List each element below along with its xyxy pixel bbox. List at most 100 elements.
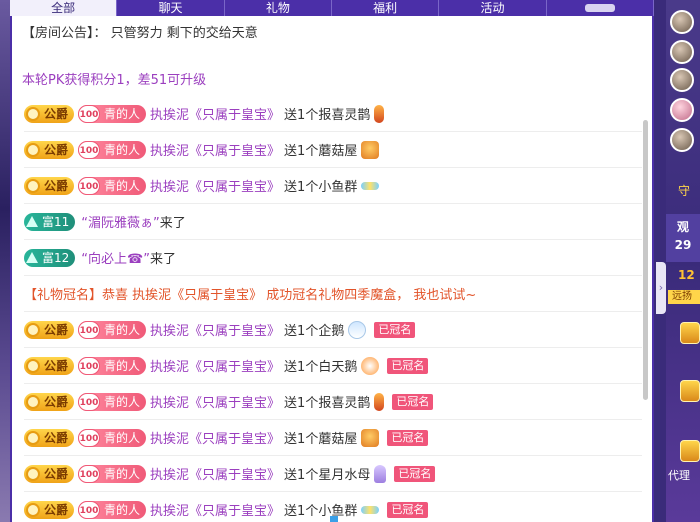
magpie-gift-icon (374, 104, 385, 123)
duke-badge[interactable]: 公爵 (24, 392, 75, 411)
chat-message: 【礼物冠名】恭喜 执挨泥《只属于皇宝》 成功冠名礼物四季魔盒， 我也试试~ (24, 276, 642, 312)
fan-club-name: 青的人 (104, 467, 141, 481)
wealth-level: 富11 (42, 215, 70, 229)
penguin-gift-icon (348, 320, 367, 339)
sender-name[interactable]: 执挨泥《只属于皇宝》 (150, 320, 280, 339)
gift-text: 送1个白天鹅 (284, 360, 358, 375)
fan-level: 100 (78, 392, 101, 411)
duke-badge[interactable]: 公爵 (24, 320, 75, 339)
collapse-arrow-icon[interactable]: › (656, 262, 666, 314)
fish-school-gift-icon (361, 505, 380, 514)
wealth-icon (26, 252, 38, 263)
duke-icon (26, 466, 40, 481)
medal-icon[interactable] (680, 322, 700, 344)
fan-club-badge[interactable]: 100 青的人 (78, 356, 147, 375)
gift-text: 送1个企鹅 (284, 324, 345, 339)
chat-message: 公爵 100 青的人 执挨泥《只属于皇宝》 送1个企鹅 已冠名 (24, 312, 642, 348)
sender-name[interactable]: 执挨泥《只属于皇宝》 (150, 140, 280, 159)
fan-level: 100 (78, 500, 101, 519)
chat-message: 公爵 100 青的人 执挨泥《只属于皇宝》 送1个报喜灵鹊 (24, 96, 642, 132)
sender-name[interactable]: 执挨泥《只属于皇宝》 (150, 356, 280, 375)
guest-name[interactable]: “向必上☎” (81, 248, 150, 267)
crowned-badge: 已冠名 (387, 429, 429, 446)
sender-name[interactable]: 执挨泥《只属于皇宝》 (150, 500, 280, 519)
fan-club-badge[interactable]: 100 青的人 (78, 104, 147, 123)
fan-club-badge[interactable]: 100 青的人 (78, 464, 147, 483)
viewer-avatar[interactable] (670, 128, 694, 152)
duke-label: 公爵 (44, 179, 69, 193)
tab-welfare[interactable]: 福利 (332, 0, 440, 16)
fan-club-name: 青的人 (104, 503, 141, 517)
duke-badge[interactable]: 公爵 (24, 104, 75, 123)
gift-text: 送1个蘑菇屋 (284, 432, 358, 447)
viewer-avatar[interactable] (670, 98, 694, 122)
crowned-badge: 已冠名 (387, 357, 429, 374)
sender-name[interactable]: 执挨泥《只属于皇宝》 (150, 428, 280, 447)
gift-text: 送1个小鱼群 (284, 180, 358, 195)
tab-gifts[interactable]: 礼物 (225, 0, 332, 16)
duke-icon (26, 106, 40, 121)
duke-badge[interactable]: 公爵 (24, 356, 75, 375)
sender-name[interactable]: 执挨泥《只属于皇宝》 (150, 392, 280, 411)
duke-label: 公爵 (44, 359, 69, 373)
viewer-avatar[interactable] (670, 10, 694, 34)
duke-badge[interactable]: 公爵 (24, 428, 75, 447)
duke-badge[interactable]: 公爵 (24, 500, 75, 519)
wealth-badge[interactable]: 富11 (24, 212, 76, 231)
crowned-badge: 已冠名 (392, 393, 434, 410)
guard-label[interactable]: 守 (678, 182, 690, 199)
crown-notice: 【礼物冠名】恭喜 执挨泥《只属于皇宝》 成功冠名礼物四季魔盒， 我也试试~ (24, 288, 477, 303)
rank-label: 远扬 (668, 290, 700, 304)
viewer-title: 观 (676, 220, 689, 234)
duke-label: 公爵 (44, 107, 69, 121)
duke-icon (26, 358, 40, 373)
fan-club-badge[interactable]: 100 青的人 (78, 392, 147, 411)
fan-club-name: 青的人 (104, 143, 141, 157)
wealth-icon (26, 216, 38, 227)
fan-club-name: 青的人 (104, 179, 141, 193)
medal-icon[interactable] (680, 380, 700, 402)
fan-club-badge[interactable]: 100 青的人 (78, 176, 147, 195)
magpie-gift-icon (374, 392, 385, 411)
tab-bar: 全部 聊天 礼物 福利 活动 (10, 0, 654, 16)
tab-all[interactable]: 全部 (10, 0, 118, 16)
room-notice: 【房间公告】： 只管努力 剩下的交给天意 (22, 26, 258, 41)
fan-club-name: 青的人 (104, 107, 141, 121)
fan-club-badge[interactable]: 100 青的人 (78, 500, 147, 519)
sender-name[interactable]: 执挨泥《只属于皇宝》 (150, 464, 280, 483)
scroll-down-icon[interactable] (330, 516, 338, 522)
tab-events[interactable]: 活动 (439, 0, 547, 16)
duke-badge[interactable]: 公爵 (24, 140, 75, 159)
fan-level: 100 (78, 140, 101, 159)
sender-name[interactable]: 执挨泥《只属于皇宝》 (150, 176, 280, 195)
fan-club-name: 青的人 (104, 359, 141, 373)
fan-level: 100 (78, 320, 101, 339)
gift-text: 送1个星月水母 (284, 468, 371, 483)
fan-club-name: 青的人 (104, 323, 141, 337)
tab-chat[interactable]: 聊天 (117, 0, 225, 16)
guest-name[interactable]: “湄阮雅薇ぁ” (81, 212, 159, 231)
duke-label: 公爵 (44, 323, 69, 337)
duke-badge[interactable]: 公爵 (24, 176, 75, 195)
fan-club-badge[interactable]: 100 青的人 (78, 140, 147, 159)
wealth-level: 富12 (42, 251, 70, 265)
viewer-avatar[interactable] (670, 68, 694, 92)
pk-status: 本轮PK获得积分1，差51可升级 (22, 73, 207, 88)
viewer-avatar[interactable] (670, 40, 694, 64)
duke-label: 公爵 (44, 431, 69, 445)
mushroom-house-gift-icon (361, 428, 380, 447)
fan-club-badge[interactable]: 100 青的人 (78, 320, 147, 339)
duke-label: 公爵 (44, 143, 69, 157)
scrollbar[interactable] (643, 120, 648, 400)
duke-badge[interactable]: 公爵 (24, 464, 75, 483)
medal-icon[interactable] (680, 440, 700, 462)
fan-club-badge[interactable]: 100 青的人 (78, 428, 147, 447)
agent-label[interactable]: 代理 (668, 467, 690, 483)
message-list: 公爵 100 青的人 执挨泥《只属于皇宝》 送1个报喜灵鹊 公爵 100 青的人 执挨泥《只属于… (24, 96, 642, 522)
wealth-badge[interactable]: 富12 (24, 248, 76, 267)
fan-level: 100 (78, 104, 101, 123)
tab-more[interactable] (547, 0, 654, 16)
sender-name[interactable]: 执挨泥《只属于皇宝》 (150, 104, 280, 123)
chat-message: 公爵 100 青的人 执挨泥《只属于皇宝》 送1个蘑菇屋 (24, 132, 642, 168)
gift-text: 送1个蘑菇屋 (284, 144, 358, 159)
